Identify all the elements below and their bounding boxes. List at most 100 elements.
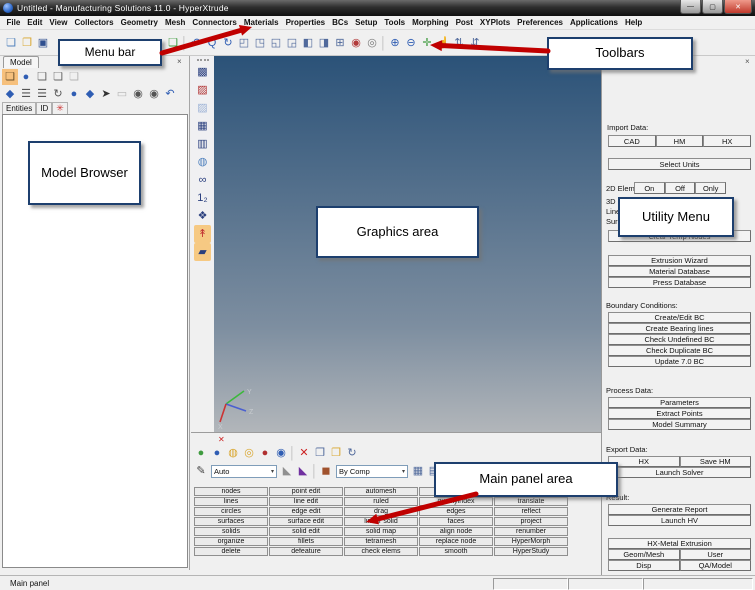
- panel-button[interactable]: linear solid: [344, 517, 418, 526]
- label-diamond-icon[interactable]: ❖: [194, 207, 211, 225]
- panel-button[interactable]: HyperMorph: [494, 537, 568, 546]
- expand-list-icon[interactable]: ☰: [18, 86, 34, 102]
- panel-button[interactable]: reflect: [494, 507, 568, 516]
- tab-model[interactable]: Model: [3, 56, 39, 68]
- bc-button[interactable]: Update 7.0 BC: [608, 356, 751, 367]
- panel-button[interactable]: solids: [194, 527, 268, 536]
- menu-item[interactable]: Help: [621, 17, 645, 28]
- panel-close-icon[interactable]: ×: [177, 57, 182, 66]
- bc-button[interactable]: Check Undefined BC: [608, 334, 751, 345]
- organize-pages-icon[interactable]: ❐: [328, 445, 344, 461]
- zoom-previous-icon[interactable]: Q: [204, 35, 220, 51]
- browser-new-icon[interactable]: ❏: [2, 69, 18, 85]
- menu-item[interactable]: Materials: [240, 17, 282, 28]
- minimize-button[interactable]: —: [680, 0, 701, 14]
- database-button[interactable]: Material Database: [608, 266, 751, 277]
- entity-mode-select[interactable]: Auto ▾: [211, 465, 277, 478]
- shade-cube-icon[interactable]: ◼: [318, 463, 334, 479]
- panel-button[interactable]: smooth: [419, 547, 493, 556]
- spherical-clip-icon[interactable]: ◍: [194, 153, 211, 171]
- isolate-eye-icon[interactable]: ◉: [146, 86, 162, 102]
- unmask-all-icon[interactable]: ▨: [194, 99, 211, 117]
- panel-button[interactable]: defeature: [269, 547, 343, 556]
- menu-item[interactable]: XYPlots: [476, 17, 513, 28]
- panel-button[interactable]: align node: [419, 527, 493, 536]
- menu-item[interactable]: Setup: [352, 17, 381, 28]
- menu-item[interactable]: Tools: [381, 17, 409, 28]
- import-button[interactable]: HX: [703, 135, 751, 147]
- mesh-shaded-icon[interactable]: ▦: [410, 463, 426, 479]
- view-yz-icon[interactable]: ◧: [300, 35, 316, 51]
- panel-button[interactable]: qualityindex: [419, 497, 493, 506]
- elems-toggle-button[interactable]: On: [634, 182, 665, 194]
- entity-pin-icon[interactable]: ●: [257, 445, 273, 461]
- toolbar-drag-handle[interactable]: [197, 59, 209, 61]
- browser-component-icon[interactable]: ●: [18, 69, 34, 85]
- browser-disabled-icon[interactable]: ❏: [66, 69, 82, 85]
- panel-button[interactable]: drag: [344, 507, 418, 516]
- label-abc-icon[interactable]: ↟: [194, 225, 211, 243]
- close-button[interactable]: ✕: [724, 0, 752, 14]
- browser-edit-icon[interactable]: ❏: [50, 69, 66, 85]
- open-folder-icon[interactable]: ❐: [19, 35, 35, 51]
- menu-item[interactable]: Post: [452, 17, 476, 28]
- pointer-icon[interactable]: ➤: [98, 86, 114, 102]
- panel-button[interactable]: solid map: [344, 527, 418, 536]
- process-button[interactable]: Model Summary: [608, 419, 751, 430]
- elems-toggle-button[interactable]: Off: [665, 182, 696, 194]
- panel-button[interactable]: tetramesh: [344, 537, 418, 546]
- panel-button[interactable]: edge edit: [269, 507, 343, 516]
- menu-item[interactable]: Applications: [566, 17, 621, 28]
- delete-icon[interactable]: ✕: [296, 445, 312, 461]
- panel-button[interactable]: surface edit: [269, 517, 343, 526]
- process-button[interactable]: Parameters: [608, 397, 751, 408]
- browser-delete-icon[interactable]: ❏: [34, 69, 50, 85]
- maximize-button[interactable]: ▢: [702, 0, 723, 14]
- result-button[interactable]: Generate Report: [608, 504, 751, 515]
- launch-solver-button[interactable]: Launch Solver: [608, 467, 751, 478]
- panel-button[interactable]: solid edit: [269, 527, 343, 536]
- hx-mode-button[interactable]: Disp: [608, 560, 680, 571]
- create-green-icon[interactable]: ●: [193, 445, 209, 461]
- mask-icon[interactable]: ▩: [194, 63, 211, 81]
- panel-button[interactable]: line edit: [269, 497, 343, 506]
- component-cube-icon[interactable]: ◆: [82, 86, 98, 102]
- unmask-icon[interactable]: ▨: [194, 81, 211, 99]
- dynamic-rotate-icon[interactable]: ◎: [364, 35, 380, 51]
- menu-item[interactable]: Preferences: [514, 17, 567, 28]
- menu-item[interactable]: View: [46, 17, 71, 28]
- view-iso-icon[interactable]: ⊞: [332, 35, 348, 51]
- panel-button[interactable]: renumber: [494, 527, 568, 536]
- panel-strip-close-icon[interactable]: ✕: [218, 435, 225, 444]
- panel-button[interactable]: organize: [194, 537, 268, 546]
- menu-item[interactable]: Edit: [24, 17, 46, 28]
- panel-button[interactable]: point edit: [269, 487, 343, 496]
- refresh-browser-icon[interactable]: ↻: [50, 86, 66, 102]
- panel-button[interactable]: HyperStudy: [494, 547, 568, 556]
- sort-num-icon[interactable]: ⇵: [467, 35, 483, 51]
- elements-icon[interactable]: ▦: [194, 117, 211, 135]
- panel-button[interactable]: faces: [419, 517, 493, 526]
- import-button[interactable]: CAD: [608, 135, 656, 147]
- bc-button[interactable]: Check Duplicate BC: [608, 345, 751, 356]
- card-pages-icon[interactable]: ❐: [312, 445, 328, 461]
- wireframe-icon[interactable]: ▥: [194, 135, 211, 153]
- sort-up-icon[interactable]: ⇅: [451, 35, 467, 51]
- database-button[interactable]: Press Database: [608, 277, 751, 288]
- export-button[interactable]: HX: [608, 456, 680, 467]
- menu-item[interactable]: File: [3, 17, 24, 28]
- entity-select-icon[interactable]: ◉: [273, 445, 289, 461]
- numbers-icon[interactable]: 1₂: [194, 189, 211, 207]
- undo-browser-icon[interactable]: ↶: [162, 86, 178, 102]
- menu-item[interactable]: Geometry: [117, 17, 161, 28]
- show-hide-eye-icon[interactable]: ◉: [130, 86, 146, 102]
- hx-mode-button[interactable]: User: [680, 549, 752, 560]
- hx-mode-button[interactable]: QA/Model: [680, 560, 752, 571]
- elems-toggle-button[interactable]: Only: [695, 182, 726, 194]
- panel-button[interactable]: fillets: [269, 537, 343, 546]
- renumber-icon[interactable]: ↻: [344, 445, 360, 461]
- panel-button[interactable]: project: [494, 517, 568, 526]
- menu-item[interactable]: Collectors: [71, 17, 117, 28]
- view-xy-icon[interactable]: ◰: [236, 35, 252, 51]
- pan-hand-icon[interactable]: ☝: [435, 35, 451, 51]
